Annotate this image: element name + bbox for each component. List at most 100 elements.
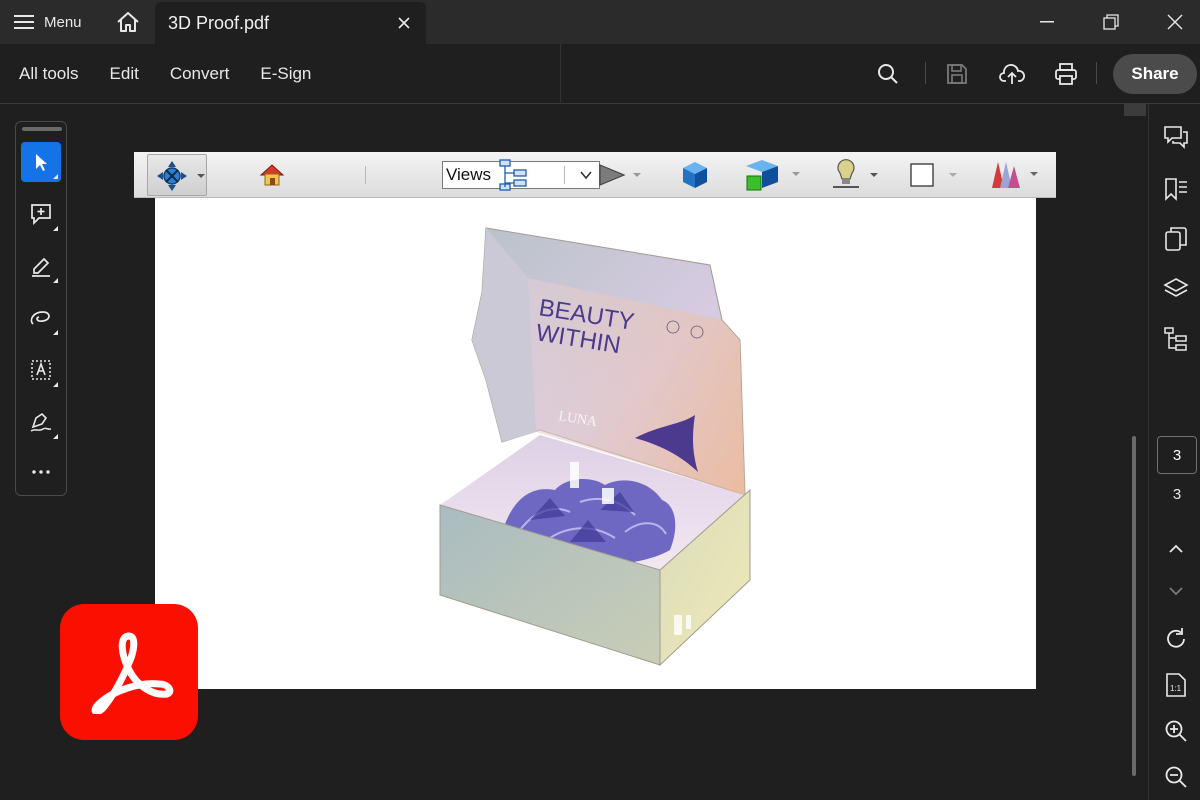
restore-button[interactable] bbox=[1088, 8, 1134, 36]
comments-icon bbox=[1164, 126, 1188, 149]
share-button[interactable]: Share bbox=[1113, 54, 1197, 94]
bookmarks-icon bbox=[1165, 178, 1187, 201]
tab-all-tools[interactable]: All tools bbox=[19, 64, 79, 84]
quick-tools-palette bbox=[15, 121, 67, 496]
menu-button[interactable]: Menu bbox=[14, 8, 82, 36]
current-page-input[interactable]: 3 bbox=[1157, 436, 1197, 474]
zoom-out-button[interactable] bbox=[1161, 762, 1191, 792]
highlight-tool[interactable] bbox=[21, 246, 61, 286]
print-button[interactable] bbox=[1050, 58, 1082, 90]
vertical-scrollbar[interactable] bbox=[1132, 436, 1136, 776]
cross-section-button[interactable] bbox=[986, 157, 1044, 193]
views-dropdown-value: Views bbox=[446, 165, 492, 184]
pages-button[interactable] bbox=[1161, 224, 1191, 254]
print-icon bbox=[1055, 63, 1077, 85]
layers-icon bbox=[1163, 278, 1189, 297]
cloud-upload-icon bbox=[999, 64, 1025, 84]
background-color-icon bbox=[910, 163, 957, 187]
zoom-in-icon bbox=[1165, 720, 1187, 742]
home-icon bbox=[259, 164, 285, 186]
text-select-icon bbox=[31, 360, 51, 380]
layers-button[interactable] bbox=[1161, 274, 1191, 304]
title-bar: Menu 3D Proof.pdf bbox=[0, 0, 1200, 44]
close-icon bbox=[1167, 14, 1183, 30]
draw-icon bbox=[30, 311, 50, 325]
tab-e-sign[interactable]: E-Sign bbox=[260, 64, 311, 84]
upload-button[interactable] bbox=[996, 58, 1028, 90]
acrobat-logo bbox=[60, 604, 198, 740]
toolbar-separator bbox=[925, 62, 926, 84]
total-pages: 3 bbox=[1172, 486, 1182, 503]
cube-icon bbox=[683, 162, 707, 188]
search-button[interactable] bbox=[872, 58, 904, 90]
minimize-icon bbox=[1040, 21, 1054, 23]
lighting-button[interactable] bbox=[830, 157, 884, 193]
more-icon bbox=[32, 470, 50, 474]
select-icon bbox=[36, 154, 47, 171]
model-tree-panel-button[interactable] bbox=[1161, 324, 1191, 354]
scroll-up-region[interactable] bbox=[1124, 104, 1146, 116]
tool-tabs: All tools Edit Convert E-Sign bbox=[19, 64, 311, 84]
animation-play-button[interactable] bbox=[597, 157, 643, 193]
home-button[interactable] bbox=[112, 8, 144, 36]
tool-flyout-indicator bbox=[53, 434, 58, 439]
menu-label: Menu bbox=[44, 13, 82, 31]
minimize-button[interactable] bbox=[1024, 8, 1070, 36]
restore-icon bbox=[1103, 14, 1119, 30]
render-mode-icon bbox=[746, 160, 800, 191]
rotate-view-button[interactable] bbox=[1161, 624, 1191, 654]
tool-flyout-indicator bbox=[53, 226, 58, 231]
fit-page-button[interactable]: 1:1 bbox=[1161, 670, 1191, 700]
rotate-tool-button[interactable] bbox=[147, 154, 207, 196]
rotate-3d-icon bbox=[157, 161, 205, 191]
tool-flyout-indicator bbox=[53, 174, 58, 179]
close-tab-button[interactable] bbox=[394, 13, 414, 33]
model-tree-icon bbox=[499, 159, 527, 191]
next-page-button[interactable] bbox=[1161, 576, 1191, 606]
model-tree-button[interactable] bbox=[496, 157, 532, 193]
toolbar-separator bbox=[1096, 62, 1097, 84]
draw-tool[interactable] bbox=[21, 298, 61, 338]
text-select-tool[interactable] bbox=[21, 350, 61, 390]
document-tab[interactable]: 3D Proof.pdf bbox=[155, 2, 426, 44]
close-window-button[interactable] bbox=[1152, 8, 1198, 36]
previous-page-button[interactable] bbox=[1161, 534, 1191, 564]
main-toolbar: All tools Edit Convert E-Sign Share bbox=[0, 44, 1200, 104]
comments-button[interactable] bbox=[1161, 122, 1191, 152]
tool-flyout-indicator bbox=[53, 382, 58, 387]
palette-drag-handle[interactable] bbox=[22, 127, 62, 131]
save-button[interactable] bbox=[941, 58, 973, 90]
3d-box-model[interactable]: BEAUTY WITHIN LUNA bbox=[430, 220, 760, 670]
tool-flyout-indicator bbox=[53, 330, 58, 335]
background-color-button[interactable] bbox=[904, 157, 964, 193]
add-comment-tool[interactable] bbox=[21, 194, 61, 234]
tab-convert[interactable]: Convert bbox=[170, 64, 230, 84]
zoom-out-icon bbox=[1165, 766, 1187, 788]
refresh-icon bbox=[1167, 628, 1185, 648]
chevron-down-icon bbox=[1169, 587, 1183, 596]
select-tool[interactable] bbox=[21, 142, 61, 182]
3d-model-render-button[interactable] bbox=[679, 157, 711, 193]
tab-edit[interactable]: Edit bbox=[110, 64, 139, 84]
chevron-down-icon bbox=[580, 171, 592, 180]
sign-tool[interactable] bbox=[21, 402, 61, 442]
close-icon bbox=[398, 17, 410, 29]
zoom-in-button[interactable] bbox=[1161, 716, 1191, 746]
bookmarks-button[interactable] bbox=[1161, 174, 1191, 204]
more-tools-button[interactable] bbox=[21, 452, 61, 492]
save-icon bbox=[947, 64, 967, 84]
pages-icon bbox=[1165, 227, 1187, 251]
light-bulb-icon bbox=[833, 159, 878, 188]
3d-toolbar-separator bbox=[365, 166, 366, 184]
acrobat-logo-icon bbox=[91, 632, 174, 714]
default-view-button[interactable] bbox=[258, 157, 286, 193]
svg-text:1:1: 1:1 bbox=[1170, 684, 1182, 693]
3d-toolbar-separator bbox=[564, 166, 565, 184]
fit-page-icon: 1:1 bbox=[1166, 673, 1186, 697]
right-sidebar: 3 3 1:1 bbox=[1148, 104, 1200, 800]
product-box-illustration: BEAUTY WITHIN LUNA bbox=[439, 227, 751, 667]
cross-section-icon bbox=[992, 162, 1038, 188]
home-icon bbox=[117, 12, 139, 32]
tool-flyout-indicator bbox=[53, 278, 58, 283]
render-mode-button[interactable] bbox=[744, 157, 802, 193]
